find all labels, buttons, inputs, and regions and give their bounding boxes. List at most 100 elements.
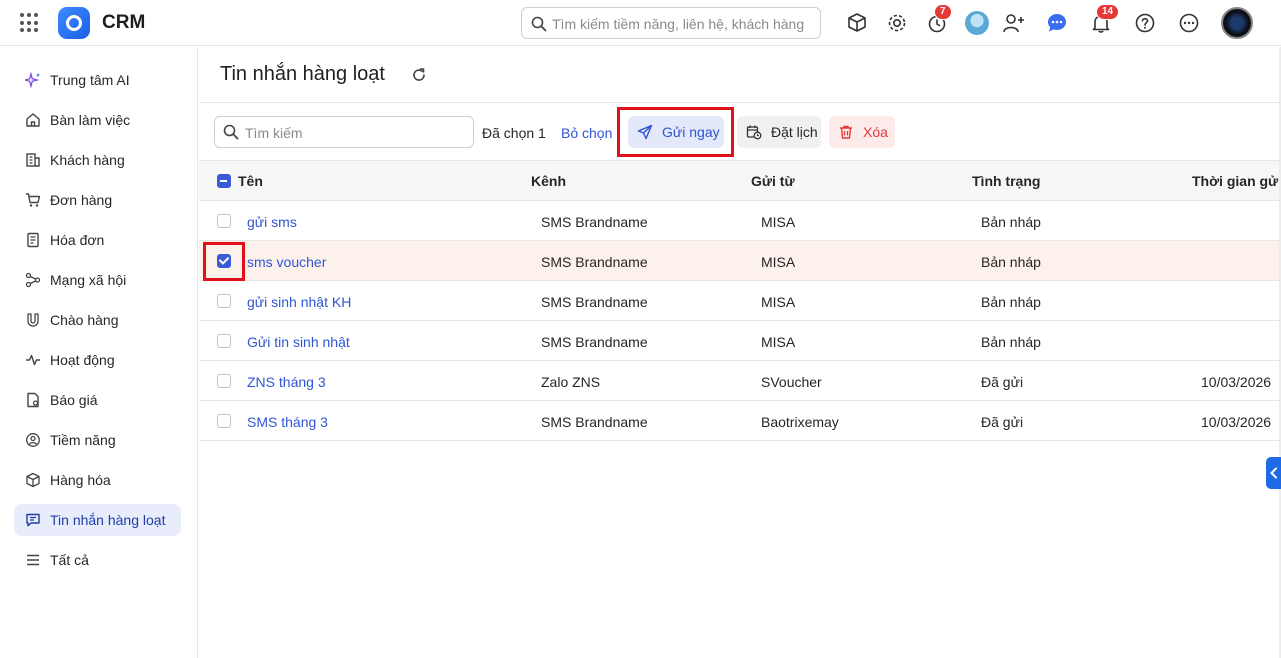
sidebar-item-leads[interactable]: Tiềm năng [14,424,181,456]
sidebar-item-workspace[interactable]: Bàn làm việc [14,104,181,136]
row-name-link[interactable]: gửi sms [247,214,297,230]
sidebar-item-social[interactable]: Mạng xã hội [14,264,181,296]
sidebar-item-label: Hóa đơn [50,232,105,248]
sidebar-item-invoices[interactable]: Hóa đơn [14,224,181,256]
box-search-icon[interactable] [844,10,870,36]
brand-name: CRM [102,12,146,33]
sidebar-item-bulk-messages[interactable]: Tin nhắn hàng loạt [14,504,181,536]
row-channel: SMS Brandname [541,254,648,270]
schedule-button[interactable]: Đặt lịch [737,116,821,148]
row-send-time: 10/03/2026 [1201,414,1272,430]
table-row[interactable]: sms voucher SMS Brandname MISA Bản nháp [199,241,1281,281]
sidebar-item-customers[interactable]: Khách hàng [14,144,181,176]
column-header-status[interactable]: Tình trạng [972,173,1040,189]
list-search[interactable] [214,116,474,148]
global-search[interactable] [521,7,821,39]
bell-icon[interactable]: 14 [1088,4,1120,36]
delete-button[interactable]: Xóa [829,116,895,148]
collapse-panel-tab[interactable] [1266,457,1281,489]
sidebar-item-label: Mạng xã hội [50,272,127,288]
row-name-link[interactable]: ZNS tháng 3 [247,374,326,390]
search-icon [531,16,547,32]
building-icon [24,151,42,169]
send-now-label: Gửi ngay [662,124,720,140]
column-header-sender[interactable]: Gửi từ [751,173,795,189]
sparkle-icon [24,71,42,89]
sidebar-item-label: Hàng hóa [50,472,111,488]
table-header: Tên Kênh Gửi từ Tình trạng Thời gian gửi [199,160,1281,201]
trash-icon [837,123,855,141]
add-user-icon[interactable] [1001,10,1027,36]
column-header-name[interactable]: Tên [238,173,263,189]
apps-grid-icon[interactable] [20,13,40,33]
avatar-small[interactable] [965,11,989,35]
invoice-icon [24,231,42,249]
table-row[interactable]: SMS tháng 3 SMS Brandname Baotrixemay Đã… [199,401,1281,441]
table-row[interactable]: ZNS tháng 3 Zalo ZNS SVoucher Đã gửi 10/… [199,361,1281,401]
sidebar-item-ai-center[interactable]: Trung tâm AI [14,64,181,96]
row-status: Đã gửi [981,374,1024,390]
global-search-input[interactable] [552,14,814,34]
row-sender: MISA [761,214,796,230]
timer-badge: 7 [934,4,952,20]
row-name-link[interactable]: sms voucher [247,254,326,270]
table-row[interactable]: gửi sms SMS Brandname MISA Bản nháp [199,201,1281,241]
send-icon [636,123,654,141]
row-channel: SMS Brandname [541,414,648,430]
sidebar-item-all[interactable]: Tất cả [14,544,181,576]
home-icon [24,111,42,129]
refresh-icon[interactable] [411,67,427,86]
sidebar-item-orders[interactable]: Đơn hàng [14,184,181,216]
delete-label: Xóa [863,124,888,140]
row-checkbox[interactable] [217,414,231,428]
row-status: Bản nháp [981,294,1041,310]
row-channel: SMS Brandname [541,334,648,350]
select-all-checkbox[interactable] [217,174,231,188]
column-header-send-time[interactable]: Thời gian gửi [1192,173,1281,189]
target-icon [24,431,42,449]
sidebar-item-quotes[interactable]: Báo giá [14,384,181,416]
more-icon[interactable] [1176,10,1202,36]
row-checkbox[interactable] [217,374,231,388]
row-checkbox[interactable] [217,214,231,228]
gear-icon[interactable] [884,10,910,36]
sidebar-item-label: Bàn làm việc [50,112,131,128]
quote-icon [24,391,42,409]
page-title: Tin nhắn hàng loạt [220,63,385,85]
timer-icon[interactable]: 7 [924,4,952,36]
row-checkbox[interactable] [217,254,231,268]
table-row[interactable]: Gửi tin sinh nhật SMS Brandname MISA Bản… [199,321,1281,361]
row-status: Bản nháp [981,334,1041,350]
sidebar-item-label: Báo giá [50,392,98,408]
row-name-link[interactable]: gửi sinh nhật KH [247,294,351,310]
deselect-link[interactable]: Bỏ chọn [561,125,612,141]
help-icon[interactable] [1132,10,1158,36]
sidebar-item-offers[interactable]: Chào hàng [14,304,181,336]
row-sender: SVoucher [761,374,822,390]
table-row[interactable]: gửi sinh nhật KH SMS Brandname MISA Bản … [199,281,1281,321]
activity-icon [24,351,42,369]
magnet-icon [24,311,42,329]
row-status: Đã gửi [981,414,1024,430]
chat-icon[interactable] [1044,10,1070,36]
row-send-time: 10/03/2026 [1201,374,1272,390]
row-channel: Zalo ZNS [541,374,601,390]
calendar-clock-icon [745,123,763,141]
row-name-link[interactable]: Gửi tin sinh nhật [247,334,350,350]
send-now-button[interactable]: Gửi ngay [628,116,724,148]
row-checkbox[interactable] [217,334,231,348]
row-sender: MISA [761,254,796,270]
sidebar-item-activities[interactable]: Hoạt động [14,344,181,376]
row-name-link[interactable]: SMS tháng 3 [247,414,328,430]
column-header-channel[interactable]: Kênh [531,173,566,189]
user-avatar[interactable] [1221,7,1253,39]
sidebar-item-label: Khách hàng [50,152,125,168]
row-sender: MISA [761,334,796,350]
crm-logo[interactable] [58,7,90,39]
sidebar-item-products[interactable]: Hàng hóa [14,464,181,496]
row-checkbox[interactable] [217,294,231,308]
sidebar-item-label: Đơn hàng [50,192,113,208]
row-status: Bản nháp [981,214,1041,230]
row-sender: Baotrixemay [761,414,839,430]
list-search-input[interactable] [245,123,467,143]
